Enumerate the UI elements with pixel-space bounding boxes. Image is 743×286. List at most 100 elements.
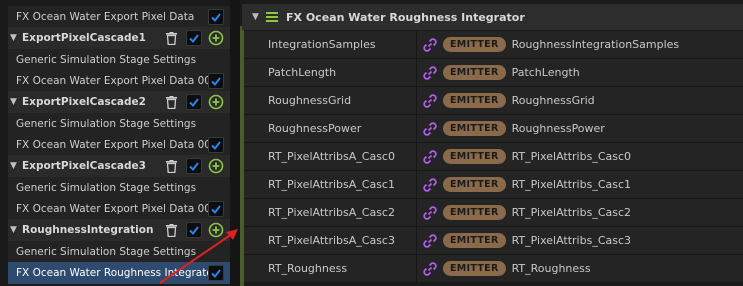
emitter-badge: EMITTER bbox=[443, 93, 506, 108]
simulation-stage-group-header[interactable]: ▼ ExportPixelCascade2 bbox=[8, 91, 230, 113]
binding-name: RoughnessPower bbox=[511, 122, 605, 135]
parameter-name: RoughnessPower bbox=[268, 122, 362, 135]
binding-name: RoughnessGrid bbox=[511, 94, 595, 107]
group-label: ExportPixelCascade2 bbox=[22, 96, 146, 108]
drag-handle-icon[interactable] bbox=[266, 12, 280, 22]
binding-name: RT_PixelAttribs_Casc2 bbox=[511, 206, 632, 219]
link-icon[interactable] bbox=[423, 37, 437, 52]
enable-checkbox[interactable] bbox=[208, 9, 224, 25]
binding-name: PatchLength bbox=[511, 66, 580, 79]
parameter-row[interactable]: RT_PixelAttribsA_Casc1 EMITTER RT_PixelAtt… bbox=[244, 170, 743, 199]
stack-panel: FX Ocean Water Export Pixel Data ▼ ExportP… bbox=[0, 0, 230, 286]
add-icon[interactable] bbox=[208, 158, 224, 174]
collapse-caret-icon[interactable]: ▼ bbox=[10, 33, 22, 43]
stack-item-selected[interactable]: FX Ocean Water Roughness Integrator bbox=[8, 262, 230, 284]
parameter-row[interactable]: PatchLength EMITTER PatchLength bbox=[244, 58, 743, 87]
stack-item[interactable]: FX Ocean Water Export Pixel Data 002 bbox=[8, 70, 230, 92]
binding-name: RT_PixelAttribs_Casc3 bbox=[511, 234, 632, 247]
emitter-badge: EMITTER bbox=[443, 261, 506, 276]
stack-item[interactable]: FX Ocean Water Export Pixel Data 003 bbox=[8, 134, 230, 156]
enable-checkbox[interactable] bbox=[208, 265, 224, 281]
add-icon[interactable] bbox=[208, 30, 224, 46]
trash-icon[interactable] bbox=[164, 158, 178, 174]
parameter-name: PatchLength bbox=[268, 66, 337, 79]
enable-checkbox[interactable] bbox=[186, 94, 202, 110]
parameter-row[interactable]: RT_PixelAttribsA_Casc2 EMITTER RT_PixelAtt… bbox=[244, 198, 743, 227]
link-icon[interactable] bbox=[423, 65, 437, 80]
stack-item[interactable]: FX Ocean Water Export Pixel Data 004 bbox=[8, 198, 230, 220]
parameter-name: RoughnessGrid bbox=[268, 94, 352, 107]
emitter-badge: EMITTER bbox=[443, 37, 506, 52]
details-title: FX Ocean Water Roughness Integrator bbox=[286, 10, 525, 24]
collapse-caret-icon[interactable]: ▼ bbox=[10, 97, 22, 107]
stack-item[interactable]: Generic Simulation Stage Settings bbox=[8, 241, 230, 263]
emitter-badge: EMITTER bbox=[443, 177, 506, 192]
link-icon[interactable] bbox=[423, 233, 437, 248]
collapse-caret-icon[interactable]: ▼ bbox=[10, 161, 22, 171]
item-label: Generic Simulation Stage Settings bbox=[16, 118, 197, 130]
link-icon[interactable] bbox=[423, 121, 437, 136]
parameter-row[interactable]: RT_PixelAttribsA_Casc0 EMITTER RT_PixelAtt… bbox=[244, 142, 743, 171]
parameter-row[interactable]: RoughnessPower EMITTER RoughnessPower bbox=[244, 114, 743, 143]
link-icon[interactable] bbox=[423, 149, 437, 164]
link-icon[interactable] bbox=[423, 93, 437, 108]
parameter-binding[interactable]: EMITTER RT_PixelAttribs_Casc1 bbox=[417, 177, 743, 192]
parameter-binding[interactable]: EMITTER RT_PixelAttribs_Casc0 bbox=[417, 149, 743, 164]
parameter-name: RT_PixelAttribsA_Casc2 bbox=[268, 206, 395, 219]
simulation-stage-group-header[interactable]: ▼ ExportPixelCascade1 bbox=[8, 27, 230, 49]
parameter-binding[interactable]: EMITTER RT_Roughness bbox=[417, 261, 743, 276]
parameter-binding[interactable]: EMITTER RT_PixelAttribs_Casc2 bbox=[417, 205, 743, 220]
emitter-badge: EMITTER bbox=[443, 233, 506, 248]
simulation-stage-group-header[interactable]: ▼ ExportPixelCascade3 bbox=[8, 155, 230, 177]
emitter-badge: EMITTER bbox=[443, 149, 506, 164]
item-label: Generic Simulation Stage Settings bbox=[16, 182, 197, 194]
stack-item[interactable]: FX Ocean Water Export Pixel Data bbox=[8, 6, 230, 28]
collapse-caret-icon[interactable]: ▼ bbox=[10, 225, 22, 235]
emitter-badge: EMITTER bbox=[443, 121, 506, 136]
binding-name: RT_Roughness bbox=[511, 262, 591, 275]
link-icon[interactable] bbox=[423, 177, 437, 192]
link-icon[interactable] bbox=[423, 205, 437, 220]
item-label: FX Ocean Water Export Pixel Data 003 bbox=[16, 139, 208, 151]
item-label: Generic Simulation Stage Settings bbox=[16, 54, 197, 66]
group-label: ExportPixelCascade3 bbox=[22, 160, 146, 172]
parameter-row[interactable]: RT_PixelAttribsA_Casc3 EMITTER RT_PixelAtt… bbox=[244, 226, 743, 255]
collapse-caret-icon[interactable]: ▼ bbox=[252, 12, 266, 22]
item-label: Generic Simulation Stage Settings bbox=[16, 246, 197, 258]
stack-item[interactable]: Generic Simulation Stage Settings bbox=[8, 49, 230, 71]
binding-name: RoughnessIntegrationSamples bbox=[511, 38, 680, 51]
enable-checkbox[interactable] bbox=[208, 137, 224, 153]
parameter-binding[interactable]: EMITTER RoughnessGrid bbox=[417, 93, 743, 108]
stack-item[interactable]: Generic Simulation Stage Settings bbox=[8, 177, 230, 199]
details-category-header[interactable]: ▼ FX Ocean Water Roughness Integrator bbox=[242, 4, 743, 30]
parameter-row[interactable]: RoughnessGrid EMITTER RoughnessGrid bbox=[244, 86, 743, 115]
enable-checkbox[interactable] bbox=[186, 222, 202, 238]
item-label: FX Ocean Water Export Pixel Data 002 bbox=[16, 75, 208, 87]
parameter-binding[interactable]: EMITTER RoughnessPower bbox=[417, 121, 743, 136]
trash-icon[interactable] bbox=[164, 30, 178, 46]
parameter-name: RT_PixelAttribsA_Casc3 bbox=[268, 234, 395, 247]
parameter-name: RT_PixelAttribsA_Casc0 bbox=[268, 150, 395, 163]
enable-checkbox[interactable] bbox=[208, 201, 224, 217]
item-label: FX Ocean Water Roughness Integrator bbox=[16, 267, 208, 279]
parameter-binding[interactable]: EMITTER PatchLength bbox=[417, 65, 743, 80]
group-label: RoughnessIntegration bbox=[22, 224, 154, 236]
parameter-name: RT_PixelAttribsA_Casc1 bbox=[268, 178, 395, 191]
group-label: ExportPixelCascade1 bbox=[22, 32, 146, 44]
trash-icon[interactable] bbox=[164, 222, 178, 238]
add-icon[interactable] bbox=[208, 94, 224, 110]
parameter-binding[interactable]: EMITTER RT_PixelAttribs_Casc3 bbox=[417, 233, 743, 248]
emitter-badge: EMITTER bbox=[443, 205, 506, 220]
parameter-binding[interactable]: EMITTER RoughnessIntegrationSamples bbox=[417, 37, 743, 52]
enable-checkbox[interactable] bbox=[186, 158, 202, 174]
trash-icon[interactable] bbox=[164, 94, 178, 110]
enable-checkbox[interactable] bbox=[208, 73, 224, 89]
item-label: FX Ocean Water Export Pixel Data 004 bbox=[16, 203, 208, 215]
simulation-stage-group-header[interactable]: ▼ RoughnessIntegration bbox=[8, 219, 230, 241]
add-icon[interactable] bbox=[208, 222, 224, 238]
enable-checkbox[interactable] bbox=[186, 30, 202, 46]
link-icon[interactable] bbox=[423, 261, 437, 276]
parameter-row[interactable]: IntegrationSamples EMITTER RoughnessIntegr… bbox=[244, 30, 743, 59]
stack-item[interactable]: Generic Simulation Stage Settings bbox=[8, 113, 230, 135]
parameter-row[interactable]: RT_Roughness EMITTER RT_Roughness bbox=[244, 254, 743, 283]
